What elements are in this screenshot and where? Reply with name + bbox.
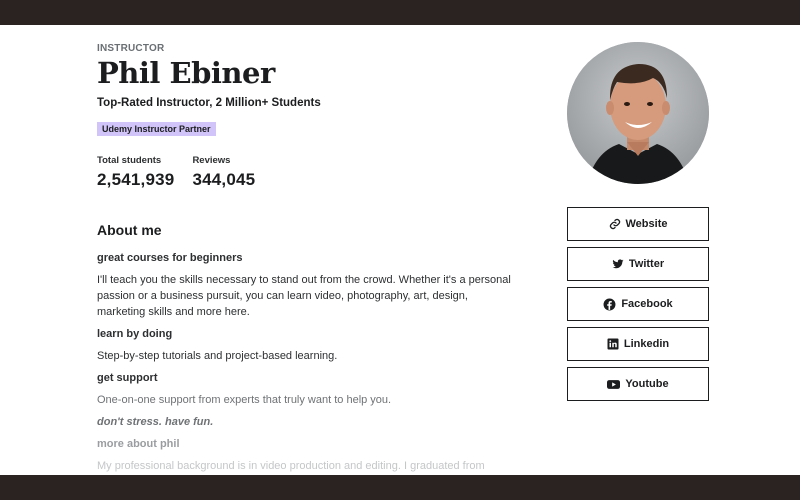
students-value: 2,541,939 bbox=[97, 170, 175, 189]
website-label: Website bbox=[625, 218, 668, 230]
linkedin-icon bbox=[607, 338, 619, 350]
partner-badge: Udemy Instructor Partner bbox=[97, 122, 216, 136]
about-title: About me bbox=[97, 222, 162, 238]
twitter-icon bbox=[612, 258, 624, 270]
bio-heading: more about phil bbox=[97, 438, 180, 450]
instructor-headline: Top-Rated Instructor, 2 Million+ Student… bbox=[97, 97, 321, 109]
website-button[interactable]: Website bbox=[567, 207, 709, 241]
bio-heading: get support bbox=[97, 372, 158, 384]
bio-heading: learn by doing bbox=[97, 328, 173, 340]
link-icon bbox=[609, 218, 621, 230]
linkedin-label: Linkedin bbox=[623, 338, 670, 350]
stat-reviews: Reviews 344,045 bbox=[192, 155, 255, 190]
role-label: INSTRUCTOR bbox=[97, 43, 165, 54]
facebook-button[interactable]: Facebook bbox=[567, 287, 709, 321]
facebook-icon bbox=[603, 298, 616, 311]
reviews-value: 344,045 bbox=[192, 170, 256, 189]
avatar bbox=[567, 42, 709, 184]
bio-text: My professional background is in video p… bbox=[97, 460, 485, 472]
students-label: Total students bbox=[97, 155, 162, 166]
youtube-label: Youtube bbox=[625, 378, 669, 390]
youtube-button[interactable]: Youtube bbox=[567, 367, 709, 401]
youtube-icon bbox=[607, 379, 621, 390]
twitter-label: Twitter bbox=[628, 258, 665, 270]
bottom-frame-bar bbox=[0, 475, 800, 500]
bio-heading: great courses for beginners bbox=[97, 252, 243, 264]
top-frame-bar bbox=[0, 0, 800, 25]
reviews-label: Reviews bbox=[192, 155, 231, 166]
bio-text: I'll teach you the skills necessary to s… bbox=[97, 274, 511, 318]
linkedin-button[interactable]: Linkedin bbox=[567, 327, 709, 361]
bio-heading: don't stress. have fun. bbox=[97, 416, 214, 428]
about-bio: great courses for beginners I'll teach y… bbox=[97, 250, 517, 474]
twitter-button[interactable]: Twitter bbox=[567, 247, 709, 281]
profile-sidebar: Website Twitter Facebook Linkedin Youtub… bbox=[567, 42, 709, 407]
social-links: Website Twitter Facebook Linkedin Youtub… bbox=[567, 207, 709, 401]
bio-text: One-on-one support from experts that tru… bbox=[97, 394, 392, 406]
instructor-main: INSTRUCTOR Phil Ebiner Top-Rated Instruc… bbox=[97, 40, 517, 480]
bio-text: Step-by-step tutorials and project-based… bbox=[97, 350, 338, 362]
stat-students: Total students 2,541,939 bbox=[97, 155, 174, 190]
stats-row: Total students 2,541,939 Reviews 344,045 bbox=[97, 155, 517, 190]
instructor-name: Phil Ebiner bbox=[97, 56, 275, 90]
facebook-label: Facebook bbox=[621, 298, 673, 310]
